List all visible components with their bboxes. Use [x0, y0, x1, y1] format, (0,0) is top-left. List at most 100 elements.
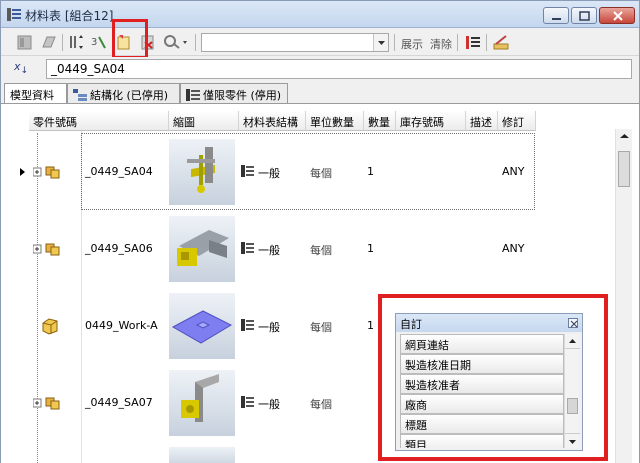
list-item[interactable]: 網頁連結 [400, 334, 564, 354]
part-thumbnail [169, 447, 235, 463]
clear-button[interactable]: 清除 [430, 36, 452, 52]
chevron-down-icon [569, 440, 576, 444]
scroll-up-icon[interactable] [616, 129, 633, 143]
settings-icon[interactable] [491, 33, 511, 52]
bom-structure-cell: 一般 [258, 244, 280, 257]
expand-assembly-icon[interactable] [33, 164, 63, 180]
column-header-stock-number[interactable]: 庫存號碼 [396, 111, 466, 131]
list-item[interactable]: 廠商 [400, 394, 564, 414]
view-options-icon[interactable] [15, 33, 35, 52]
qty-cell: 1 [367, 242, 374, 255]
bracket-thumbnail-image [181, 374, 219, 422]
bom-window: 材料表 [組合12] 3 展示 清除 x↓ _0449_SA04 模型資料 結構… [0, 0, 640, 463]
column-header-bom-structure[interactable]: 材料表結構 [239, 111, 306, 131]
minimize-button[interactable] [543, 7, 569, 24]
work-plane-thumbnail-image [171, 310, 233, 344]
toolbar-separator [486, 34, 487, 51]
parts-list-icon[interactable] [463, 33, 483, 52]
revision-cell: ANY [502, 165, 525, 178]
scroll-up-button[interactable] [565, 334, 580, 349]
expand-assembly-icon[interactable] [33, 241, 63, 257]
customization-panel[interactable]: 自訂 網頁連結 製造核准日期 製造核准者 廠商 標題 類目 [395, 313, 583, 451]
tab-label: 模型資料 [10, 89, 54, 102]
bom-structure-cell: 一般 [258, 321, 280, 334]
toolbar-separator [195, 34, 196, 51]
scrollbar-thumb[interactable] [618, 151, 630, 187]
popup-scrollbar[interactable] [564, 334, 580, 448]
column-header-revision[interactable]: 修訂 [498, 111, 536, 131]
expand-button[interactable]: 展示 [401, 36, 423, 52]
part-number-cell: _0449_SA07 [85, 396, 153, 409]
assembly-thumbnail-image [177, 230, 229, 266]
tab-strip: 模型資料 結構化 (已停用) 僅限零件 (停用) [1, 83, 639, 104]
toolbar-separator [457, 34, 458, 51]
close-icon [570, 320, 578, 328]
assembly-thumbnail-image [187, 147, 215, 193]
tab-model-data[interactable]: 模型資料 [4, 83, 67, 104]
revision-cell: ANY [502, 242, 525, 255]
part-number-cell: 0449_Work-A [85, 319, 158, 332]
title-bar[interactable]: 材料表 [組合12] [1, 1, 639, 28]
sort-icon[interactable] [67, 33, 87, 52]
unit-qty-cell: 每個 [310, 244, 332, 257]
bom-structure-cell: 一般 [258, 398, 280, 411]
parts-only-icon [186, 89, 200, 101]
structured-icon [73, 89, 87, 101]
part-thumbnail [169, 370, 235, 436]
close-icon [613, 11, 623, 21]
bom-structure-icon [241, 319, 254, 331]
unit-qty-cell: 每個 [310, 398, 332, 411]
export-icon[interactable] [39, 33, 59, 52]
maximize-button[interactable] [571, 7, 597, 24]
unit-qty-cell: 每個 [310, 167, 332, 180]
tab-parts-only[interactable]: 僅限零件 (停用) [180, 83, 288, 103]
table-row[interactable]: _0449_SA04 一般 每個 1 ANY [15, 133, 555, 210]
grid-vertical-scrollbar[interactable] [615, 129, 632, 463]
maximize-icon [579, 11, 590, 21]
qty-cell: 1 [367, 319, 374, 332]
list-item[interactable]: 類目 [400, 434, 564, 448]
close-button[interactable] [599, 7, 635, 24]
window-title: 材料表 [組合12] [25, 9, 114, 23]
column-header-unit-qty[interactable]: 單位數量 [306, 111, 364, 131]
variable-x-icon: x↓ [14, 60, 29, 77]
minimize-icon [552, 18, 561, 20]
bom-table-icon [7, 8, 21, 21]
toolbar-separator [394, 34, 395, 51]
custom-field-list[interactable]: 網頁連結 製造核准日期 製造核准者 廠商 標題 類目 [400, 334, 564, 448]
svg-text:3: 3 [91, 37, 97, 48]
column-header-part-number[interactable]: 零件號碼 [29, 111, 169, 131]
toolbar-separator [62, 34, 63, 51]
combo-dropdown-button[interactable] [373, 34, 388, 51]
tab-label: 僅限零件 (停用) [203, 89, 282, 102]
popup-close-button[interactable] [568, 318, 578, 328]
bom-structure-icon [241, 396, 254, 408]
chevron-up-icon [569, 339, 576, 343]
scrollbar-thumb[interactable] [567, 398, 578, 414]
column-header-thumbnail[interactable]: 縮圖 [169, 111, 239, 131]
bom-view-combo[interactable] [201, 33, 389, 52]
part-icon [42, 318, 58, 335]
chevron-down-icon [378, 41, 385, 45]
expand-assembly-icon[interactable] [33, 395, 63, 411]
list-item[interactable]: 製造核准者 [400, 374, 564, 394]
bom-structure-cell: 一般 [258, 167, 280, 180]
part-thumbnail [169, 216, 235, 282]
list-item[interactable]: 標題 [400, 414, 564, 434]
list-item[interactable]: 製造核准日期 [400, 354, 564, 374]
column-header-description[interactable]: 描述 [466, 111, 498, 131]
toolbar: 3 展示 清除 [1, 29, 639, 56]
part-number-cell: _0449_SA06 [85, 242, 153, 255]
column-header-qty[interactable]: 數量 [364, 111, 396, 131]
unit-qty-cell: 每個 [310, 321, 332, 334]
tab-structured[interactable]: 結構化 (已停用) [67, 83, 180, 103]
bom-structure-icon [241, 165, 254, 177]
tab-label: 結構化 (已停用) [90, 89, 169, 102]
part-name-field[interactable]: _0449_SA04 [46, 59, 632, 79]
part-thumbnail [169, 139, 235, 205]
scroll-down-button[interactable] [565, 433, 580, 448]
find-icon[interactable] [161, 33, 189, 52]
table-row[interactable]: _0449_SA06 一般 每個 1 ANY [15, 210, 555, 287]
renumber-icon[interactable]: 3 [89, 33, 109, 52]
qty-cell: 1 [367, 165, 374, 178]
